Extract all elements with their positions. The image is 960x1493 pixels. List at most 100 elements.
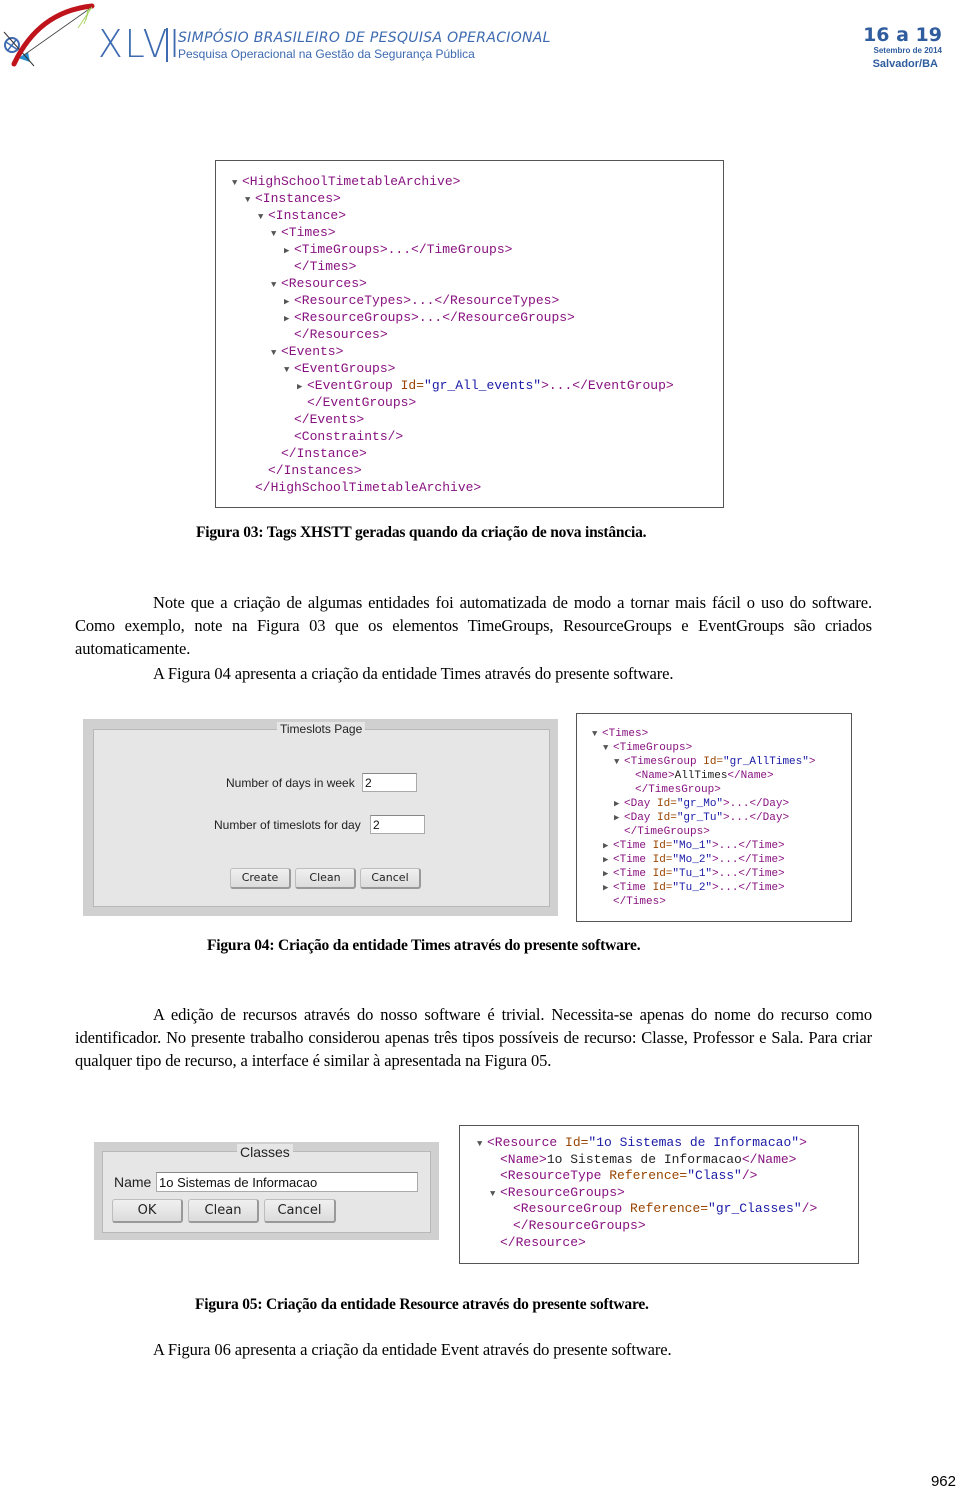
xml-tag: </Times> bbox=[294, 259, 357, 274]
expand-toggle-icon[interactable]: ▼ bbox=[271, 277, 281, 294]
xml-tag: <Resources> bbox=[281, 276, 367, 291]
collapse-toggle-icon[interactable]: ▶ bbox=[603, 867, 613, 881]
classes-title: Classes bbox=[237, 1144, 293, 1160]
timeslots-page-panel: Timeslots Page Number of days in week Nu… bbox=[83, 719, 558, 916]
event-city: Salvador/BA bbox=[872, 58, 938, 70]
xml-tag: <ResourceTypes>...</ResourceTypes> bbox=[294, 293, 560, 308]
xml-node[interactable]: ▼ <ResourceGroups> bbox=[490, 1185, 625, 1203]
expand-toggle-icon[interactable]: ▼ bbox=[245, 192, 255, 209]
expand-toggle-icon[interactable]: ▼ bbox=[232, 175, 242, 192]
timeslots-page-title: Timeslots Page bbox=[277, 722, 366, 736]
xml-node[interactable]: ▶ <Time Id="Mo_2">...</Time> bbox=[603, 853, 785, 867]
xml-node: </ResourceGroups> bbox=[503, 1218, 646, 1235]
xml-tag: </Events> bbox=[294, 412, 365, 427]
expand-toggle-icon[interactable]: ▼ bbox=[284, 362, 294, 379]
xml-tag: <Day bbox=[624, 798, 658, 810]
expand-toggle-icon[interactable]: ▼ bbox=[603, 741, 613, 755]
expand-toggle-icon[interactable]: ▼ bbox=[271, 226, 281, 243]
xml-tag: </Times> bbox=[613, 896, 666, 908]
xml-tag: <Instance> bbox=[268, 208, 347, 223]
xml-tag: <Time bbox=[613, 882, 653, 894]
collapse-toggle-icon[interactable]: ▶ bbox=[614, 811, 624, 825]
xml-tag: <Events> bbox=[281, 344, 344, 359]
xml-attr: Id= bbox=[565, 1135, 589, 1150]
xml-tag: <EventGroup bbox=[307, 378, 401, 393]
xml-tag: >...</Time> bbox=[712, 882, 785, 894]
xml-node: </Events> bbox=[284, 411, 364, 428]
collapse-toggle-icon[interactable]: ▶ bbox=[603, 881, 613, 895]
xml-tag: </Name> bbox=[727, 770, 774, 782]
xml-val: "gr_Mo" bbox=[676, 798, 724, 810]
expand-toggle-icon[interactable]: ▼ bbox=[477, 1136, 487, 1153]
xml-tag: </Instance> bbox=[281, 446, 367, 461]
collapse-toggle-icon[interactable]: ▶ bbox=[603, 853, 613, 867]
figure-05-xml-tree: ▼ <Resource Id="1o Sistemas de Informacao… bbox=[459, 1125, 859, 1264]
classes-panel: Classes Name OK Clean Cancel bbox=[94, 1142, 439, 1240]
xml-tag: > bbox=[808, 756, 816, 768]
collapse-toggle-icon[interactable]: ▶ bbox=[614, 797, 624, 811]
xml-node[interactable]: ▶ <Day Id="gr_Mo">...</Day> bbox=[614, 797, 789, 811]
xml-tag: </EventGroups> bbox=[307, 395, 417, 410]
figure-04-caption: Figura 04: Criação da entidade Times atr… bbox=[207, 937, 641, 954]
xml-node[interactable]: ▶ <Day Id="gr_Tu">...</Day> bbox=[614, 811, 789, 825]
xml-tag: </Name> bbox=[741, 1151, 797, 1167]
xml-tag: >...</Time> bbox=[712, 840, 785, 852]
xml-attr: Id= bbox=[652, 868, 673, 880]
xml-tag: <Times> bbox=[602, 728, 649, 740]
xml-tag: > bbox=[799, 1135, 807, 1150]
xml-node[interactable]: ▼ <Resource Id="1o Sistemas de Informacao… bbox=[477, 1135, 807, 1153]
xml-tag: </Resource> bbox=[500, 1234, 586, 1250]
cancel-button[interactable]: Cancel bbox=[264, 1199, 336, 1223]
xml-tag: <Time bbox=[613, 854, 653, 866]
timeslots-per-day-label: Number of timeslots for day bbox=[214, 818, 361, 832]
expand-toggle-icon[interactable]: ▼ bbox=[490, 1186, 500, 1203]
paragraph-figure06-intro: A Figura 06 apresenta a criação da entid… bbox=[153, 1340, 672, 1359]
ok-button[interactable]: OK bbox=[112, 1199, 183, 1223]
xml-tag: >...</EventGroup> bbox=[541, 378, 674, 393]
cancel-button[interactable]: Cancel bbox=[360, 868, 421, 889]
xml-tag: <ResourceGroups>...</ResourceGroups> bbox=[294, 310, 575, 325]
timeslots-per-day-input[interactable] bbox=[370, 815, 425, 834]
xml-node[interactable]: ▶ <Time Id="Tu_1">...</Time> bbox=[603, 867, 785, 881]
xml-tag: <ResourceType bbox=[500, 1168, 610, 1184]
figure-05-caption: Figura 05: Criação da entidade Resource … bbox=[195, 1296, 649, 1313]
xml-tag: <TimeGroups>...</TimeGroups> bbox=[294, 242, 513, 257]
xml-attr: Id= bbox=[652, 840, 673, 852]
name-input[interactable] bbox=[156, 1172, 418, 1192]
expand-toggle-icon[interactable]: ▼ bbox=[592, 727, 602, 741]
xml-tag: <ResourceGroups> bbox=[500, 1184, 625, 1200]
edition-numeral: XLVI bbox=[98, 22, 182, 66]
paragraph-figure04-intro: A Figura 04 apresenta a criação da entid… bbox=[153, 664, 674, 683]
expand-toggle-icon[interactable]: ▼ bbox=[271, 345, 281, 362]
xml-attr: Id= bbox=[657, 798, 677, 810]
conference-header: XLVI SIMPÓSIO BRASILEIRO DE PESQUISA OPE… bbox=[0, 0, 960, 78]
xml-node[interactable]: ▼ <Times> bbox=[592, 727, 648, 741]
xml-attr: Id= bbox=[400, 378, 425, 393]
xml-node[interactable]: ▼ <TimeGroups> bbox=[603, 741, 692, 755]
paragraph-automation: Note que a criação de algumas entidades … bbox=[75, 593, 872, 658]
xml-node: </HighSchoolTimetableArchive> bbox=[245, 479, 481, 496]
create-button[interactable]: Create bbox=[230, 868, 291, 889]
xml-tag: <Instances> bbox=[255, 191, 341, 206]
clean-button[interactable]: Clean bbox=[295, 868, 356, 889]
xml-val: "Class" bbox=[687, 1168, 742, 1184]
xml-tag: >...</Time> bbox=[712, 854, 785, 866]
expand-toggle-icon[interactable]: ▼ bbox=[614, 755, 624, 769]
xml-tag: </TimeGroups> bbox=[624, 826, 710, 838]
paragraph-resources: A edição de recursos através do nosso so… bbox=[75, 1005, 872, 1070]
xml-node: </Instances> bbox=[258, 462, 362, 479]
collapse-toggle-icon[interactable]: ▶ bbox=[603, 839, 613, 853]
figure-04-xml-tree: ▼ <Times> ▼ <TimeGroups> ▼ <TimesGroup Id="gr… bbox=[576, 713, 852, 922]
xml-tag: /> bbox=[801, 1201, 818, 1217]
xml-tag: <Day bbox=[624, 812, 658, 824]
xml-node[interactable]: ▶ <Time Id="Tu_2">...</Time> bbox=[603, 881, 785, 895]
expand-toggle-icon[interactable]: ▼ bbox=[258, 209, 268, 226]
xml-val: "gr_Classes" bbox=[708, 1201, 802, 1217]
xml-node: <Name>1o Sistemas de Informacao</Name> bbox=[490, 1152, 796, 1169]
xml-node[interactable]: ▼ <TimesGroup Id="gr_AllTimes"> bbox=[614, 755, 815, 769]
days-in-week-input[interactable] bbox=[362, 773, 417, 792]
xml-node[interactable]: ▶ <Time Id="Mo_1">...</Time> bbox=[603, 839, 785, 853]
conference-logo-icon bbox=[3, 3, 95, 67]
clean-button[interactable]: Clean bbox=[188, 1199, 259, 1223]
xml-tag: <TimeGroups> bbox=[613, 742, 693, 754]
